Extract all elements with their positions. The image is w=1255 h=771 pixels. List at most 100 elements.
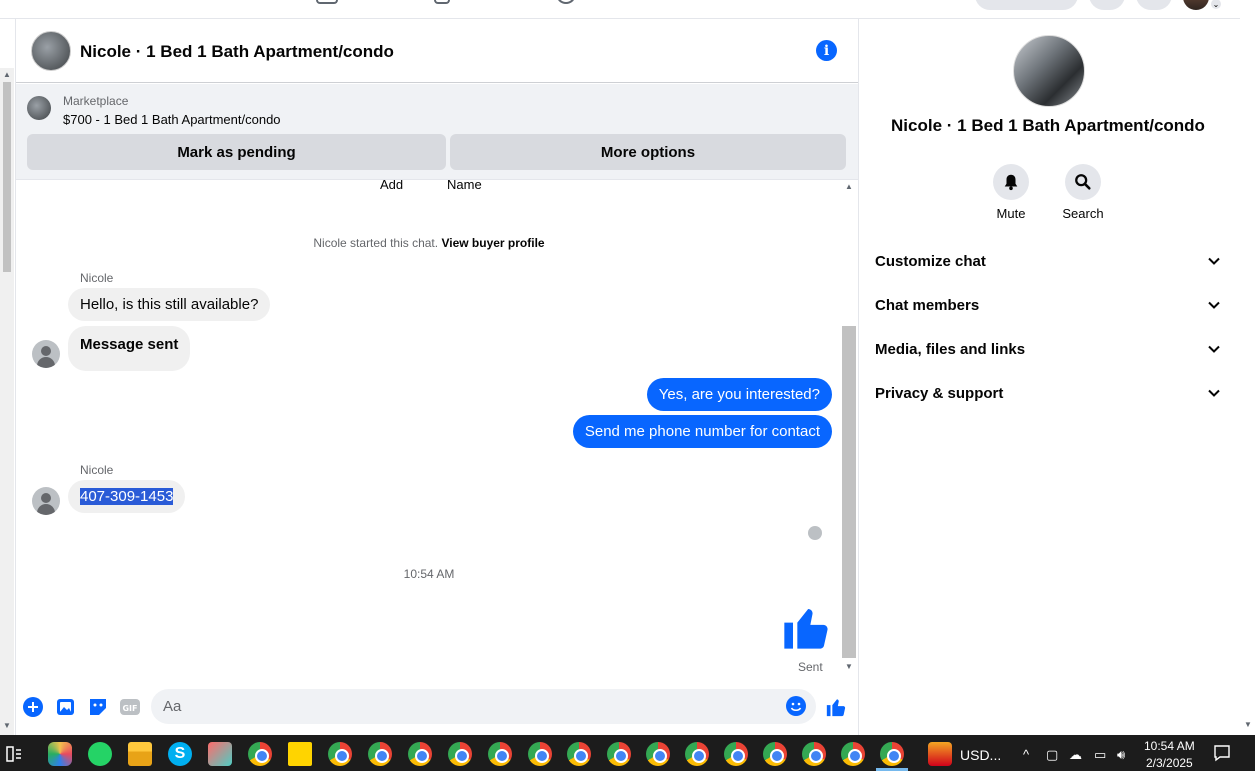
listing-title[interactable]: $700 - 1 Bed 1 Bath Apartment/condo [63,112,281,127]
nav-marketplace-icon[interactable] [434,0,450,4]
bell-icon[interactable] [993,164,1029,200]
meet-icon[interactable]: ▢ [1046,747,1058,763]
clock-time[interactable]: 10:54 AM [1144,739,1195,753]
volume-icon[interactable]: 🔊︎ [1117,747,1125,763]
scroll-down-icon[interactable]: ▼ [3,721,11,730]
page-scrollbar[interactable]: ▲ ▼ [0,68,14,735]
mark-as-pending-button[interactable]: Mark as pending [27,134,446,170]
scroll-down-icon[interactable]: ▼ [1244,720,1252,729]
nav-create-button[interactable] [975,0,1078,10]
emoji-icon[interactable] [785,695,807,717]
task-view-icon[interactable] [6,746,22,762]
sender-name: Nicole [80,271,114,285]
copilot-icon[interactable] [48,742,72,766]
skype-icon[interactable]: S [168,742,192,766]
currency-widget-text[interactable]: USD... [960,747,1001,763]
nav-menu-icon[interactable] [1089,0,1125,10]
chrome-profile-icon[interactable] [607,742,631,766]
chevron-down-icon [1208,345,1220,353]
chat-panel: Nicole · 1 Bed 1 Bath Apartment/condo i … [15,19,859,735]
account-avatar[interactable] [1183,0,1209,10]
plus-icon[interactable] [22,696,44,718]
chevron-down-icon[interactable]: ⌄ [1210,0,1222,10]
file-explorer-icon[interactable] [128,742,152,766]
chrome-active-icon[interactable] [880,742,904,766]
chrome-profile-icon[interactable] [763,742,787,766]
thumbs-up-icon[interactable] [780,600,832,654]
currency-widget-icon[interactable] [928,742,952,766]
scroll-up-icon[interactable]: ▲ [845,182,853,191]
chevron-up-icon[interactable]: ^ [1023,747,1029,762]
gif-icon[interactable]: GIF [119,696,141,718]
chrome-profile-icon[interactable] [448,742,472,766]
nav-groups-icon[interactable] [556,0,576,4]
chat-title[interactable]: Nicole · 1 Bed 1 Bath Apartment/condo [80,42,394,62]
nav-video-icon[interactable] [316,0,338,4]
outgoing-message[interactable]: Send me phone number for contact [572,415,832,448]
photo-icon[interactable] [55,696,77,718]
chrome-profile-icon[interactable] [328,742,352,766]
svg-text:GIF: GIF [122,704,137,713]
message-list: Add Name Nicole started this chat. View … [16,180,842,675]
page-scroll-thumb[interactable] [3,82,11,272]
chat-avatar[interactable] [31,31,71,71]
chrome-icon[interactable] [248,742,272,766]
sender-avatar[interactable] [32,487,60,515]
chevron-down-icon [1208,389,1220,397]
notification-icon[interactable] [1213,744,1231,762]
section-label: Media, files and links [875,340,1026,358]
timestamp-separator: 10:54 AM [403,567,455,581]
mute-action[interactable]: Mute [981,164,1041,221]
sticker-icon[interactable] [87,696,109,718]
chrome-profile-icon[interactable] [685,742,709,766]
chrome-profile-icon[interactable] [488,742,512,766]
chrome-profile-icon[interactable] [408,742,432,766]
message-composer: GIF [16,679,858,735]
network-icon[interactable]: ▭ [1094,747,1106,763]
sticky-notes-icon[interactable] [288,742,312,766]
chrome-profile-icon[interactable] [528,742,552,766]
chrome-profile-icon[interactable] [802,742,826,766]
more-options-button[interactable]: More options [450,134,846,170]
incoming-message[interactable]: Message sent [68,326,191,371]
chrome-profile-icon[interactable] [724,742,748,766]
chrome-profile-icon[interactable] [567,742,591,766]
view-buyer-profile-link[interactable]: View buyer profile [441,236,544,250]
scroll-up-icon[interactable]: ▲ [3,70,11,79]
clock-date[interactable]: 2/3/2025 [1146,756,1193,770]
marketplace-label: Marketplace [63,94,129,108]
incoming-message[interactable]: Hello, is this still available? [68,288,271,321]
chrome-profile-icon[interactable] [646,742,670,766]
listing-thumbnail[interactable] [27,96,51,120]
chat-scroll-thumb[interactable] [842,326,856,658]
incoming-message[interactable]: 407-309-1453 [68,480,186,513]
chrome-profile-icon[interactable] [368,742,392,766]
scroll-down-icon[interactable]: ▼ [845,662,853,671]
customize-chat-section[interactable]: Customize chat [865,241,1231,281]
cut-off-name-text: Name [447,180,482,192]
like-send-icon[interactable] [825,696,847,718]
search-icon[interactable] [1065,164,1101,200]
top-navbar: ⌄ [0,0,1240,19]
nav-messenger-icon[interactable] [1136,0,1172,10]
chrome-profile-icon[interactable] [841,742,865,766]
whatsapp-icon[interactable] [88,742,112,766]
sender-avatar[interactable] [32,340,60,368]
listing-avatar[interactable] [1013,35,1085,107]
seen-receipt-avatar [808,526,822,540]
privacy-support-section[interactable]: Privacy & support [865,373,1231,413]
window-scrollbar[interactable]: ▼ [1240,0,1255,735]
selected-phone-number[interactable]: 407-309-1453 [80,488,174,505]
chat-members-section[interactable]: Chat members [865,285,1231,325]
section-label: Chat members [875,296,980,314]
message-input[interactable] [163,689,763,724]
info-icon[interactable]: i [816,40,837,61]
search-action[interactable]: Search [1053,164,1113,221]
chat-started-text: Nicole started this chat. [313,236,439,250]
chat-scrollbar[interactable]: ▲ ▼ [842,180,856,675]
paint-icon[interactable] [208,742,232,766]
onedrive-icon[interactable]: ☁ [1069,747,1082,763]
outgoing-message[interactable]: Yes, are you interested? [646,378,832,411]
media-files-links-section[interactable]: Media, files and links [865,329,1231,369]
search-label: Search [1062,206,1104,221]
